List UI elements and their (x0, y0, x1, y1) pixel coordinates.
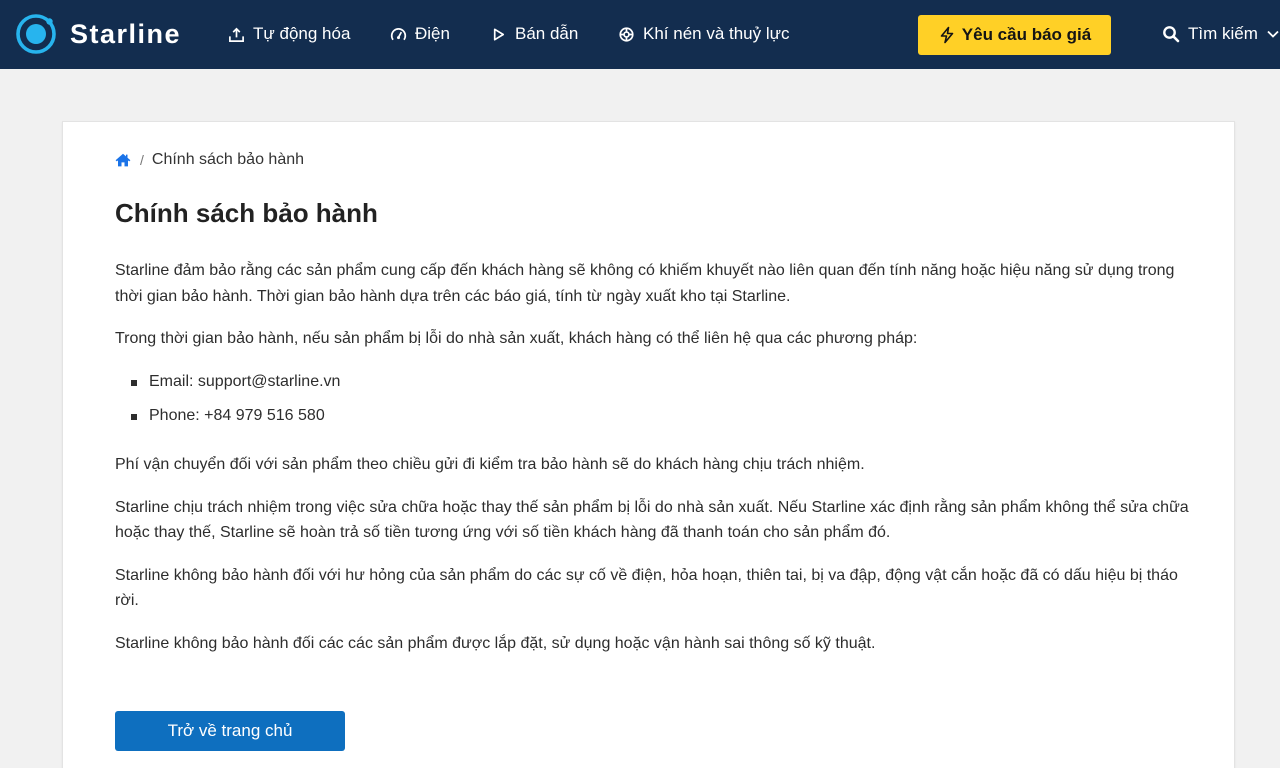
contact-phone: Phone: +84 979 516 580 (115, 403, 1195, 429)
paragraph-exclusions-damage: Starline không bảo hành đối với hư hỏng … (115, 566, 1178, 610)
gear-icon (619, 26, 634, 42)
search-icon (1163, 26, 1180, 43)
electric-gauge-icon (390, 27, 407, 40)
nav-label-automation: Tự động hóa (253, 24, 351, 43)
brand-name: Starline (70, 18, 182, 49)
paragraph-repair-replace: Starline chịu trách nhiệm trong việc sửa… (115, 498, 1189, 542)
top-navigation-bar: Starline Tự động hóa Điện Bán dẫn Khí né… (0, 0, 1280, 69)
warranty-policy-card: / Chính sách bảo hành Chính sách bảo hàn… (62, 121, 1235, 768)
paragraph-warranty-guarantee: Starline đảm bảo rằng các sản phẩm cung … (115, 262, 1175, 305)
breadcrumb-current: Chính sách bảo hành (151, 151, 305, 168)
page-title: Chính sách bảo hành (115, 198, 378, 228)
nav-label-electric: Điện (415, 24, 450, 43)
paragraph-shipping-fee: Phí vận chuyển đối với sản phẩm theo chi… (115, 456, 865, 473)
nav-label-pneumatic-hydraulic: Khí nén và thuỷ lực (643, 24, 790, 43)
paragraph-contact-intro: Trong thời gian bảo hành, nếu sản phẩm b… (115, 330, 918, 347)
automation-icon (229, 27, 244, 42)
nav-item-semiconductor[interactable]: Bán dẫn (490, 22, 578, 46)
back-to-home-button[interactable]: Trở về trang chủ (115, 711, 345, 751)
chevron-down-icon (1267, 30, 1279, 38)
brand-logo-link[interactable]: Starline (15, 12, 181, 56)
search-label: Tìm kiếm (1188, 24, 1258, 43)
policy-body: Starline đảm bảo rằng các sản phẩm cung … (115, 258, 1195, 673)
nav-item-pneumatic-hydraulic[interactable]: Khí nén và thuỷ lực (618, 22, 790, 46)
nav-item-automation[interactable]: Tự động hóa (228, 22, 350, 46)
play-triangle-icon (493, 27, 505, 41)
request-quote-label: Yêu cầu báo giá (961, 25, 1092, 44)
nav-item-electric[interactable]: Điện (390, 22, 450, 46)
breadcrumb-home-link[interactable] (115, 153, 131, 167)
nav-label-semiconductor: Bán dẫn (515, 24, 579, 43)
request-quote-button[interactable]: Yêu cầu báo giá (918, 15, 1111, 55)
starline-logo-icon (16, 14, 56, 54)
contact-email: Email: support@starline.vn (115, 369, 1195, 395)
search-dropdown-toggle[interactable]: Tìm kiếm (1162, 22, 1280, 46)
contact-list: Email: support@starline.vn Phone: +84 97… (115, 369, 1195, 429)
lightning-bolt-icon (940, 26, 954, 44)
breadcrumb-separator: / (140, 152, 144, 168)
breadcrumb: / Chính sách bảo hành (115, 151, 304, 169)
home-icon (115, 153, 131, 167)
paragraph-exclusions-misuse: Starline không bảo hành đối các các sản … (115, 634, 876, 652)
